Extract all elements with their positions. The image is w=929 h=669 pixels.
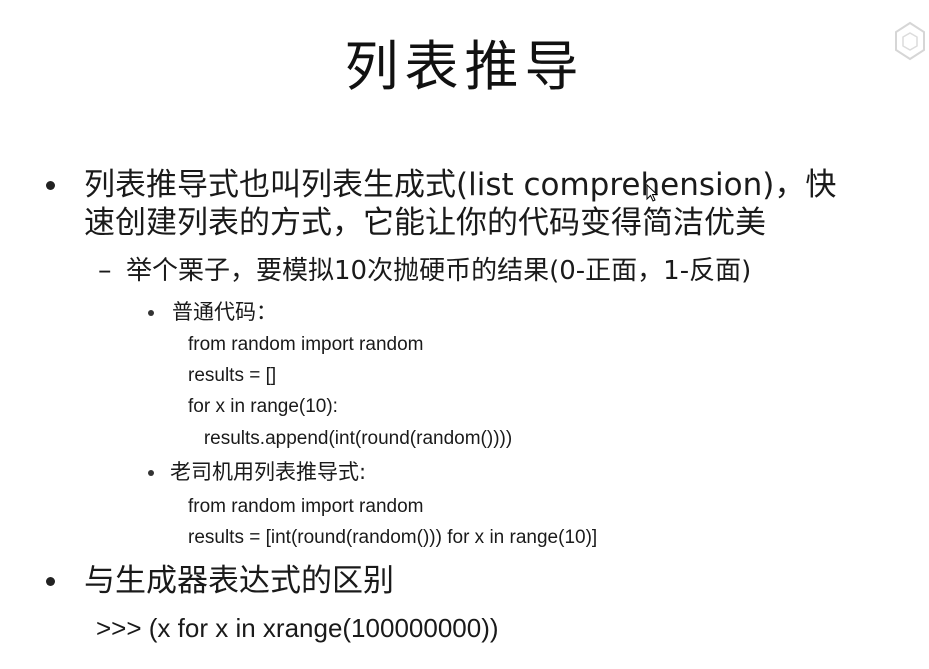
code-line: from random import random [188, 496, 424, 517]
repl-line: >>> (x for x in xrange(100000000)) [96, 613, 499, 643]
bullet-1-line-2: 速创建列表的方式，它能让你的代码变得简洁优美 [84, 205, 766, 241]
normal-code-label: 普通代码： [172, 300, 277, 324]
code-line: results = [] [188, 365, 277, 386]
sub-bullet-text: 举个栗子，要模拟10次抛硬币的结果(0-正面，1-反面) [126, 256, 752, 286]
sub-bullet-dash: – [98, 255, 112, 286]
code-line: results.append(int(round(random()))) [188, 428, 513, 449]
code-line: from random import random [188, 334, 424, 355]
mouse-cursor-icon [646, 183, 659, 202]
code-line: for x in range(10): [188, 396, 338, 417]
bullet-dot [46, 577, 55, 586]
bullet-1-line-1: 列表推导式也叫列表生成式(list comprehension)，快 [84, 167, 837, 203]
logo-watermark-icon [893, 20, 927, 62]
code-line: results = [int(round(random())) for x in… [188, 527, 598, 548]
bullet-dot [148, 310, 154, 316]
bullet-dot [46, 181, 55, 190]
bullet-dot [148, 470, 154, 476]
list-comprehension-label: 老司机用列表推导式: [170, 460, 367, 484]
slide-title: 列表推导 [344, 35, 585, 98]
bullet-2-line-1: 与生成器表达式的区别 [84, 563, 394, 599]
